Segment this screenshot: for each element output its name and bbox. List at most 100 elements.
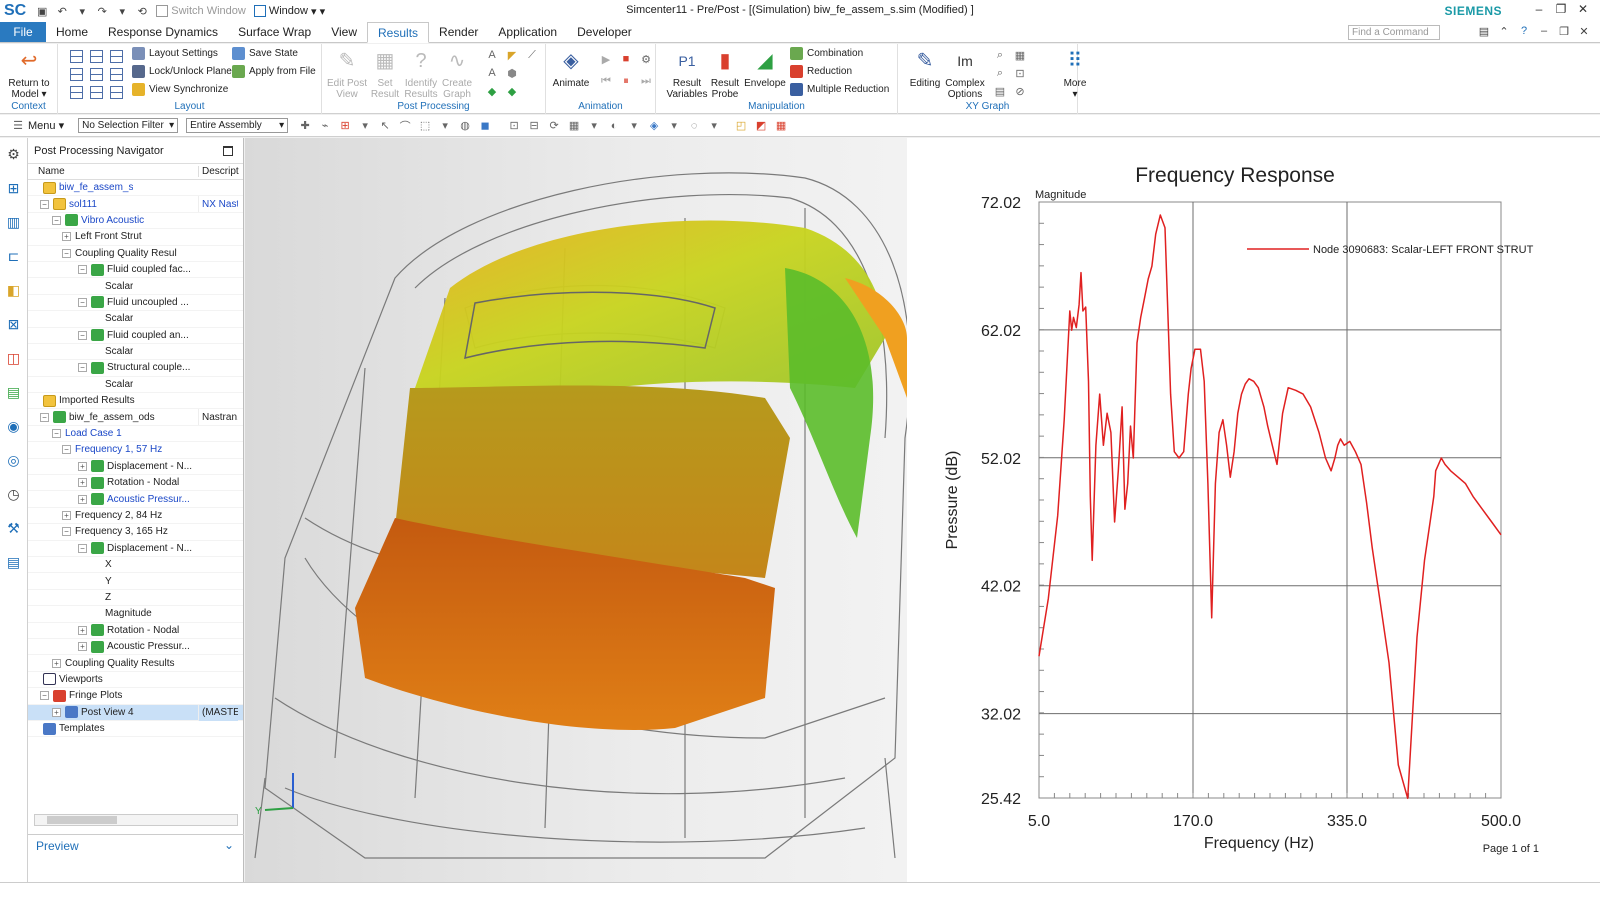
preview-panel-toggle[interactable]: Preview ⌄ xyxy=(28,834,244,856)
view-orient-dropdown-icon[interactable]: ▾ xyxy=(587,119,601,133)
tree-row[interactable]: Templates xyxy=(28,721,243,738)
collapse-icon[interactable]: − xyxy=(52,215,61,225)
tree-row[interactable]: X xyxy=(28,557,243,574)
tab-surface-wrap[interactable]: Surface Wrap xyxy=(228,22,321,42)
collapse-icon[interactable]: − xyxy=(52,429,61,439)
graph-clear-icon[interactable]: ⊘ xyxy=(1013,84,1027,98)
reduction-button[interactable]: Reduction xyxy=(790,63,852,79)
marker-icon[interactable]: A xyxy=(485,66,499,80)
menu-button[interactable]: ☰ Menu ▾ xyxy=(0,119,70,133)
help-icon[interactable]: ? xyxy=(1514,25,1534,38)
next-step-icon[interactable]: ◆ xyxy=(505,84,519,98)
tree-row[interactable]: − Coupling Quality Results xyxy=(28,246,243,262)
tree-row[interactable]: Viewports xyxy=(28,672,243,689)
collapse-icon[interactable]: − xyxy=(78,363,87,373)
complex-options-button[interactable]: Im Complex Options xyxy=(942,46,988,101)
filter-icon[interactable]: ⊞ xyxy=(338,119,352,133)
collapse-icon[interactable]: − xyxy=(62,527,71,537)
collapse-icon[interactable]: − xyxy=(78,265,87,275)
tree-row[interactable]: − Fluid uncoupled ... xyxy=(28,295,243,312)
tree-row[interactable]: + Rotation - Nodal xyxy=(28,623,243,639)
measure-icon[interactable]: ◩ xyxy=(754,119,768,133)
combination-button[interactable]: Combination xyxy=(790,45,863,61)
tree-row[interactable]: Imported Results xyxy=(28,393,243,410)
collapse-ribbon-icon[interactable]: ⌃ xyxy=(1494,25,1514,38)
cube-icon[interactable]: ◼ xyxy=(478,119,492,133)
collapse-icon[interactable]: − xyxy=(78,297,87,307)
assembly-scope-select[interactable]: Entire Assembly ▾ xyxy=(186,118,289,133)
tree-row[interactable]: − Structural couple... xyxy=(28,360,243,377)
annotation-icon[interactable]: A xyxy=(485,48,499,62)
stop-icon[interactable]: ■ xyxy=(619,52,633,66)
tab-response-dynamics[interactable]: Response Dynamics xyxy=(98,22,228,42)
view-synchronize-button[interactable]: View Synchronize xyxy=(132,81,228,97)
table-icon[interactable]: ▦ xyxy=(774,119,788,133)
reuse-library-icon[interactable]: ◫ xyxy=(4,348,24,368)
xy-graph-window[interactable]: 72.02 62.02 52.02 42.02 32.02 25.42 5.0 170.0 33… xyxy=(907,138,1600,882)
tree-row[interactable]: Scalar xyxy=(28,377,243,394)
constraint-navigator-icon[interactable]: ⊠ xyxy=(4,314,24,334)
last-frame-icon[interactable]: ⏭ xyxy=(639,74,653,88)
tree-row[interactable]: Y xyxy=(28,573,243,590)
tree-row[interactable]: Scalar xyxy=(28,311,243,328)
show-hide-icon[interactable]: ◌ xyxy=(687,119,701,133)
deselect-icon[interactable]: ⌁ xyxy=(318,119,332,133)
expand-icon[interactable]: + xyxy=(78,625,87,635)
doc-restore-icon[interactable]: ❐ xyxy=(1554,25,1574,38)
tree-row[interactable]: − Fringe Plots xyxy=(28,688,243,705)
box-select-dropdown-icon[interactable]: ▾ xyxy=(438,119,452,133)
fit-icon[interactable]: ⊡ xyxy=(507,119,521,133)
graph-probe-icon[interactable]: ⌕ xyxy=(993,48,1007,62)
shaded-icon[interactable]: ◍ xyxy=(458,119,472,133)
tree-row[interactable]: + Coupling Quality Results xyxy=(28,655,243,672)
undo-icon[interactable]: ↶ xyxy=(55,4,69,18)
tree-row[interactable]: Scalar xyxy=(28,278,243,295)
tree-row[interactable]: − biw_fe_assem_ods Nastran, xyxy=(28,409,243,426)
tree-row[interactable]: Z xyxy=(28,590,243,607)
expand-icon[interactable]: + xyxy=(52,658,61,668)
layout-1-icon[interactable] xyxy=(70,50,83,63)
tree-row[interactable]: − sol111 NX Nast xyxy=(28,196,243,213)
animate-button[interactable]: ◈ Animate xyxy=(548,46,594,90)
layout-6-icon[interactable] xyxy=(110,68,123,81)
expand-icon[interactable]: + xyxy=(78,461,87,471)
play-icon[interactable]: ▶ xyxy=(599,52,613,66)
tree-row[interactable]: − Load Case 1 xyxy=(28,426,243,443)
first-frame-icon[interactable]: ⏮ xyxy=(599,74,613,88)
tree-row[interactable]: − Frequency 1, 57 Hz xyxy=(28,442,243,459)
tab-view[interactable]: View xyxy=(321,22,367,42)
assembly-navigator-icon[interactable]: ◧ xyxy=(4,280,24,300)
apply-from-file-button[interactable]: Apply from File xyxy=(232,63,316,79)
layout-2-icon[interactable] xyxy=(90,50,103,63)
expand-icon[interactable]: + xyxy=(62,232,71,242)
layout-7-icon[interactable] xyxy=(70,86,83,99)
layout-9-icon[interactable] xyxy=(110,86,123,99)
view-orient-icon[interactable]: ▦ xyxy=(567,119,581,133)
layout-5-icon[interactable] xyxy=(90,68,103,81)
layout-8-icon[interactable] xyxy=(90,86,103,99)
expand-icon[interactable]: + xyxy=(52,707,61,717)
part-navigator-icon[interactable]: ⊏ xyxy=(4,246,24,266)
switch-window-button[interactable]: Switch Window xyxy=(156,5,246,17)
collapse-icon[interactable]: − xyxy=(78,543,87,553)
display-icon[interactable]: ◈ xyxy=(647,119,661,133)
tree-row[interactable]: + Acoustic Pressur... xyxy=(28,639,243,656)
return-to-model-button[interactable]: ↩ Return to Model ▾ xyxy=(6,46,52,101)
tree-row[interactable]: − Frequency 3, 165 Hz xyxy=(28,524,243,541)
tab-home[interactable]: Home xyxy=(46,22,98,42)
collapse-icon[interactable]: − xyxy=(40,412,49,422)
graph-tools-icon[interactable]: ⟋ xyxy=(525,48,539,62)
doc-close-icon[interactable]: ✕ xyxy=(1574,25,1594,38)
tree-row[interactable]: + Frequency 2, 84 Hz xyxy=(28,508,243,525)
post-processing-navigator-icon[interactable]: ▥ xyxy=(4,212,24,232)
tree-row[interactable]: biw_fe_assem_s xyxy=(28,180,243,197)
tree-row[interactable]: Magnitude xyxy=(28,606,243,623)
tree-row[interactable]: + Post View 4 (MASTE xyxy=(28,704,243,721)
document-icon[interactable]: ▤ xyxy=(4,552,24,572)
clock-icon[interactable]: ◷ xyxy=(4,484,24,504)
window-list-icon[interactable]: ▤ xyxy=(1474,25,1494,38)
redo-dropdown-icon[interactable]: ▾ xyxy=(115,4,129,18)
roles-icon[interactable]: ▤ xyxy=(4,382,24,402)
expand-icon[interactable]: + xyxy=(78,642,87,652)
tree-row[interactable]: + Rotation - Nodal xyxy=(28,475,243,492)
